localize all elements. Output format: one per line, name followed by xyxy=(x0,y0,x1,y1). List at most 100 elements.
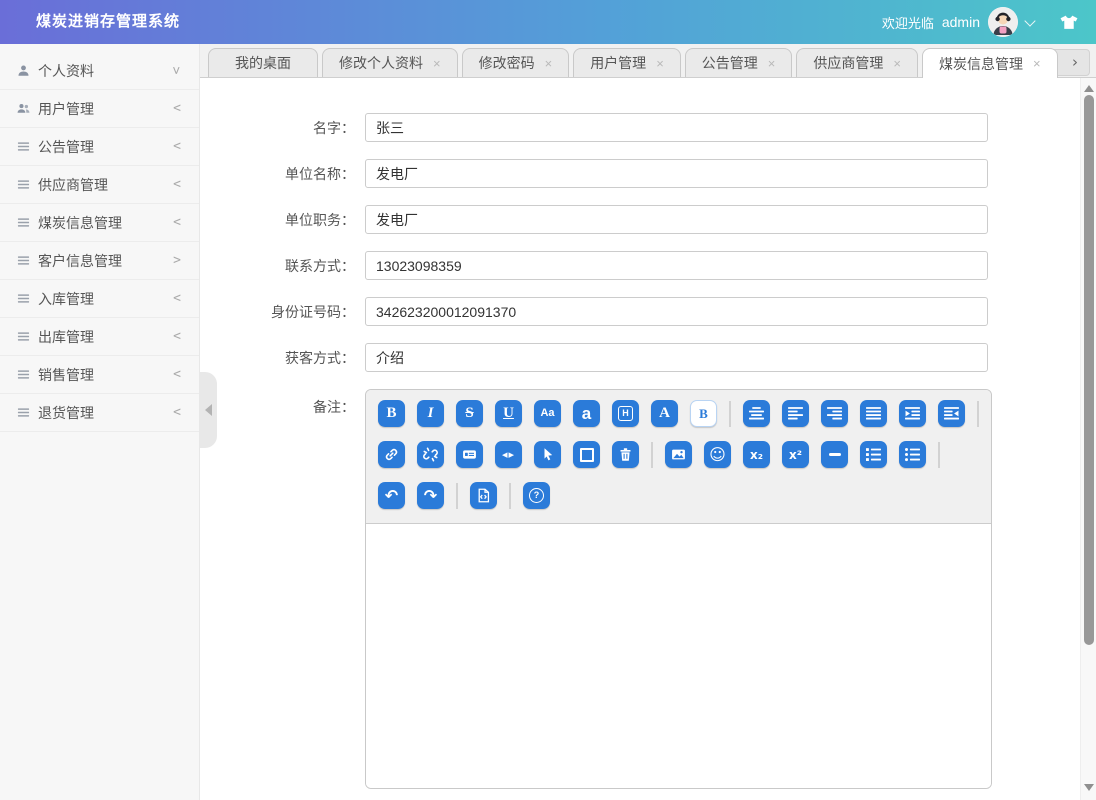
toolbar-row: ◂▸ ☺ x₂ x² xyxy=(378,441,983,468)
toolbar-image-button[interactable] xyxy=(665,441,692,468)
form-label-4: 身份证号码： xyxy=(230,302,355,322)
toolbar-cursor-button[interactable] xyxy=(534,441,561,468)
tab-5[interactable]: 供应商管理× xyxy=(796,48,918,77)
sidebar-item-8[interactable]: 销售管理< xyxy=(0,356,199,394)
form-label-2: 单位职务： xyxy=(230,210,355,230)
user-avatar[interactable] xyxy=(988,7,1018,37)
toolbar-separator xyxy=(651,442,653,468)
sidebar-item-0[interactable]: 个人资料< xyxy=(0,52,199,90)
toolbar-background-color-button[interactable]: B xyxy=(690,400,717,427)
toolbar-horizontal-rule-button[interactable] xyxy=(821,441,848,468)
font-family-icon: Aa xyxy=(540,408,554,419)
chevron-down-icon[interactable] xyxy=(1024,15,1035,26)
toolbar-align-center-button[interactable] xyxy=(743,400,770,427)
form-input-5[interactable] xyxy=(365,343,988,372)
toolbar-help-button[interactable]: ? xyxy=(523,482,550,509)
toolbar-bold-button[interactable]: B xyxy=(378,400,405,427)
toolbar-align-right-button[interactable] xyxy=(821,400,848,427)
form-input-0[interactable] xyxy=(365,113,988,142)
welcome-text: 欢迎光临 xyxy=(882,13,934,32)
toolbar-superscript-button[interactable]: x² xyxy=(782,441,809,468)
form-input-3[interactable] xyxy=(365,251,988,280)
align-left-icon xyxy=(788,406,803,421)
users-icon xyxy=(17,102,33,115)
toolbar-code-button[interactable]: ◂▸ xyxy=(495,441,522,468)
toolbar-redo-button[interactable]: ↷ xyxy=(417,482,444,509)
list-icon xyxy=(17,330,33,343)
list-icon xyxy=(17,406,33,419)
editor-content[interactable] xyxy=(366,524,991,788)
editor-toolbar: BISUAaaHAB◂▸☺x₂x²↶↷? xyxy=(366,390,991,524)
scroll-up-arrow-icon[interactable] xyxy=(1084,85,1094,92)
sidebar-item-3[interactable]: 供应商管理< xyxy=(0,166,199,204)
scrollbar-thumb[interactable] xyxy=(1084,95,1094,645)
sidebar-item-1[interactable]: 用户管理< xyxy=(0,90,199,128)
strikethrough-icon: S xyxy=(465,406,473,421)
chevron-left-icon: < xyxy=(173,215,181,230)
tab-bar: 我的桌面修改个人资料×修改密码×用户管理×公告管理×供应商管理×煤炭信息管理× … xyxy=(200,44,1096,78)
toolbar-undo-button[interactable]: ↶ xyxy=(378,482,405,509)
tab-close-icon[interactable]: × xyxy=(893,57,901,70)
sidebar-item-4[interactable]: 煤炭信息管理< xyxy=(0,204,199,242)
tab-3[interactable]: 用户管理× xyxy=(573,48,681,77)
toolbar-font-size-button[interactable]: a xyxy=(573,400,600,427)
toolbar-indent-button[interactable] xyxy=(899,400,926,427)
list-icon xyxy=(17,178,33,191)
content-scrollbar[interactable] xyxy=(1080,78,1096,800)
tab-close-icon[interactable]: × xyxy=(1033,57,1041,70)
chevron-left-icon: < xyxy=(173,329,181,344)
collapse-left-arrow-icon xyxy=(205,404,212,416)
toolbar-underline-button[interactable]: U xyxy=(495,400,522,427)
form-input-4[interactable] xyxy=(365,297,988,326)
help-icon: ? xyxy=(529,488,544,503)
sidebar-item-6[interactable]: 入库管理< xyxy=(0,280,199,318)
tab-4[interactable]: 公告管理× xyxy=(685,48,793,77)
form-input-1[interactable] xyxy=(365,159,988,188)
toolbar-subscript-button[interactable]: x₂ xyxy=(743,441,770,468)
tab-0[interactable]: 我的桌面 xyxy=(208,48,318,77)
toolbar-outdent-button[interactable] xyxy=(938,400,965,427)
toolbar-unlink-button[interactable] xyxy=(417,441,444,468)
sidebar-item-9[interactable]: 退货管理< xyxy=(0,394,199,432)
chevron-left-icon: < xyxy=(173,101,181,116)
tab-close-icon[interactable]: × xyxy=(656,57,664,70)
toolbar-italic-button[interactable]: I xyxy=(417,400,444,427)
sidebar-item-label: 出库管理 xyxy=(38,327,94,347)
toolbar-tag-button[interactable] xyxy=(456,441,483,468)
toolbar-font-color-button[interactable]: A xyxy=(651,400,678,427)
sidebar-item-label: 入库管理 xyxy=(38,289,94,309)
form-row-2: 单位职务： xyxy=(230,205,1080,234)
tab-close-icon[interactable]: × xyxy=(768,57,776,70)
toolbar-align-justify-button[interactable] xyxy=(860,400,887,427)
toolbar-source-code-button[interactable] xyxy=(470,482,497,509)
form-input-2[interactable] xyxy=(365,205,988,234)
user-icon xyxy=(17,64,33,77)
toolbar-align-left-button[interactable] xyxy=(782,400,809,427)
theme-tshirt-icon[interactable] xyxy=(1060,15,1078,30)
toolbar-font-family-button[interactable]: Aa xyxy=(534,400,561,427)
toolbar-frame-button[interactable] xyxy=(573,441,600,468)
sidebar-item-label: 销售管理 xyxy=(38,365,94,385)
sidebar-item-5[interactable]: 客户信息管理> xyxy=(0,242,199,280)
sidebar-item-2[interactable]: 公告管理< xyxy=(0,128,199,166)
tab-close-icon[interactable]: × xyxy=(545,57,553,70)
toolbar-remove-button[interactable] xyxy=(612,441,639,468)
tab-label: 煤炭信息管理 xyxy=(939,50,1023,78)
tabs-scroll-right-button[interactable]: › xyxy=(1068,55,1082,70)
tab-6[interactable]: 煤炭信息管理 × xyxy=(922,48,1058,78)
tab-2[interactable]: 修改密码× xyxy=(462,48,570,77)
unordered-list-icon xyxy=(905,447,920,462)
toolbar-link-button[interactable] xyxy=(378,441,405,468)
username[interactable]: admin xyxy=(942,14,980,30)
toolbar-heading-button[interactable]: H xyxy=(612,400,639,427)
sidebar-collapse-handle[interactable] xyxy=(200,372,217,448)
chevron-down-icon: < xyxy=(170,67,185,75)
scroll-down-arrow-icon[interactable] xyxy=(1084,784,1094,791)
tab-1[interactable]: 修改个人资料× xyxy=(322,48,458,77)
toolbar-strikethrough-button[interactable]: S xyxy=(456,400,483,427)
toolbar-unordered-list-button[interactable] xyxy=(899,441,926,468)
tab-close-icon[interactable]: × xyxy=(433,57,441,70)
toolbar-ordered-list-button[interactable] xyxy=(860,441,887,468)
sidebar-item-7[interactable]: 出库管理 < xyxy=(0,318,199,356)
toolbar-emoticon-button[interactable]: ☺ xyxy=(704,441,731,468)
